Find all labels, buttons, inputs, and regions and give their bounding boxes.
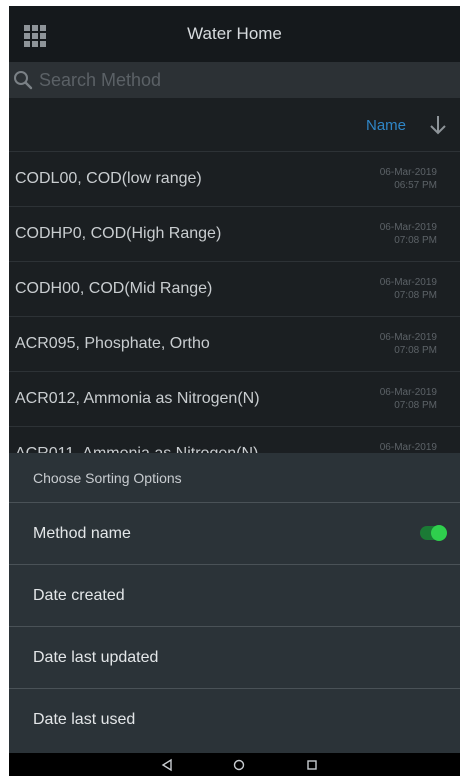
system-nav-bar [9, 753, 460, 776]
method-list: CODL00, COD(low range) 06-Mar-2019 06:57 … [9, 152, 460, 482]
method-name: ACR095, Phosphate, Ortho [15, 335, 210, 352]
list-item[interactable]: ACR095, Phosphate, Ortho 06-Mar-2019 07:0… [9, 317, 460, 372]
method-timestamp: 06-Mar-2019 07:08 PM [379, 222, 437, 246]
option-label: Method name [33, 525, 131, 542]
home-icon[interactable] [232, 758, 246, 772]
method-timestamp: 06-Mar-2019 06:57 PM [379, 167, 437, 191]
toggle-knob [431, 525, 447, 541]
sort-option-date-created[interactable]: Date created [9, 565, 460, 627]
method-timestamp: 06-Mar-2019 07:08 PM [379, 387, 437, 411]
list-item[interactable]: ACR012, Ammonia as Nitrogen(N) 06-Mar-20… [9, 372, 460, 427]
search-bar [9, 62, 460, 98]
sort-option-method-name[interactable]: Method name [9, 503, 460, 565]
sheet-title: Choose Sorting Options [9, 453, 460, 503]
list-item[interactable]: CODL00, COD(low range) 06-Mar-2019 06:57 … [9, 152, 460, 207]
sort-by-name-button[interactable]: Name [366, 117, 406, 134]
method-name: CODHP0, COD(High Range) [15, 225, 222, 242]
method-name: ACR012, Ammonia as Nitrogen(N) [15, 390, 260, 407]
list-item[interactable]: CODH00, COD(Mid Range) 06-Mar-2019 07:08 … [9, 262, 460, 317]
sort-options-sheet: Choose Sorting Options Method name Date … [9, 453, 460, 753]
option-label: Date last updated [33, 649, 159, 666]
recents-icon[interactable] [305, 758, 319, 772]
option-label: Date last used [33, 711, 136, 728]
search-input[interactable] [39, 66, 439, 94]
method-timestamp: 06-Mar-2019 07:08 PM [379, 332, 437, 356]
app-screen: Water Home Name CODL00, COD(low range) 0… [9, 6, 460, 776]
search-icon[interactable] [12, 69, 34, 91]
page-title: Water Home [187, 24, 282, 43]
arrow-down-icon[interactable] [428, 114, 448, 136]
method-name: CODL00, COD(low range) [15, 170, 202, 187]
top-bar: Water Home [9, 6, 460, 62]
sort-header: Name [9, 98, 460, 152]
sort-option-date-last-used[interactable]: Date last used [9, 689, 460, 751]
list-item[interactable]: CODHP0, COD(High Range) 06-Mar-2019 07:08… [9, 207, 460, 262]
option-label: Date created [33, 587, 125, 604]
method-name-toggle[interactable] [420, 525, 447, 541]
sort-option-date-last-updated[interactable]: Date last updated [9, 627, 460, 689]
back-icon[interactable] [160, 758, 174, 772]
method-timestamp: 06-Mar-2019 07:08 PM [379, 277, 437, 301]
method-name: CODH00, COD(Mid Range) [15, 280, 213, 297]
